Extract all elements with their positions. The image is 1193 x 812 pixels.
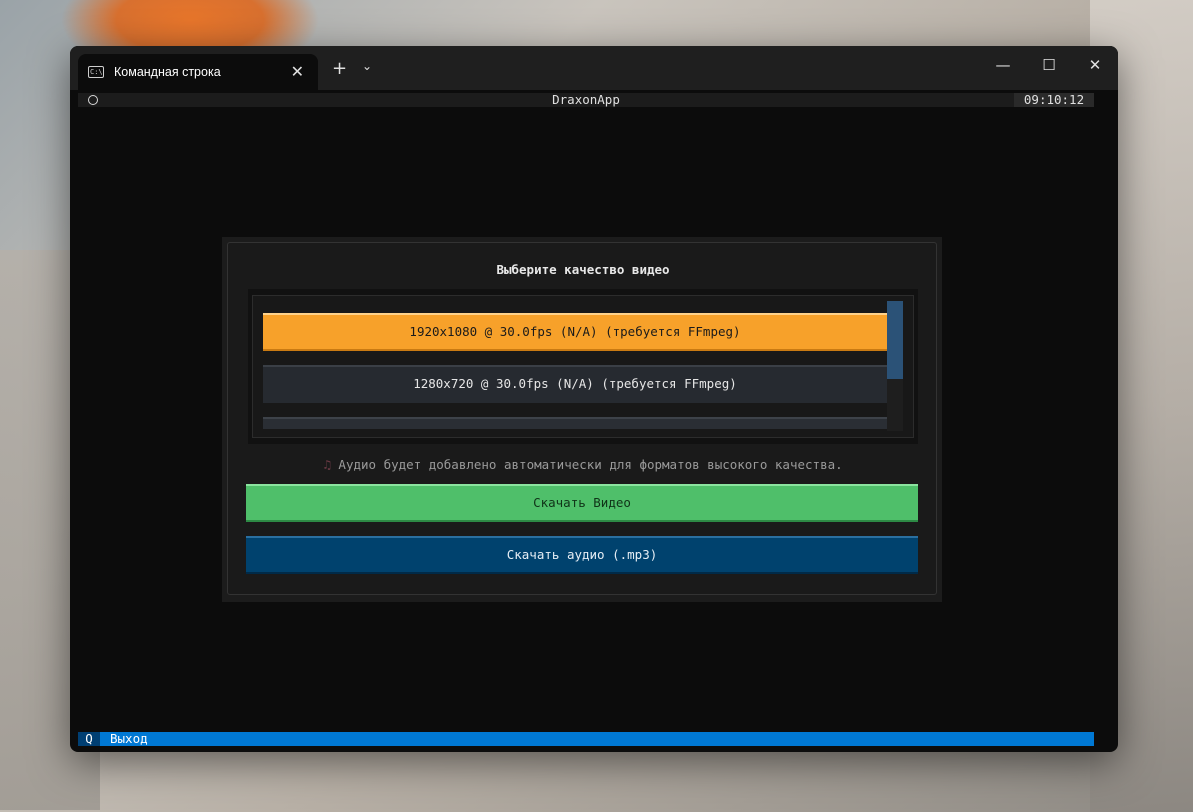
tab-command-prompt[interactable]: C:\ Командная строка ✕ <box>78 54 318 90</box>
footer-bar: Q Выход <box>78 732 1094 746</box>
music-note-icon: ♫ <box>323 457 331 472</box>
quality-option-720p[interactable]: 1280x720 @ 30.0fps (N/A) (требуется FFmp… <box>263 365 887 403</box>
maximize-button[interactable]: ☐ <box>1039 56 1059 74</box>
download-audio-button[interactable]: Скачать аудио (.mp3) <box>246 536 918 574</box>
new-tab-button[interactable]: + <box>332 58 347 79</box>
clock: 09:10:12 <box>1014 93 1094 107</box>
dialog-title: Выберите качество видео <box>496 262 670 277</box>
terminal-icon: C:\ <box>88 66 104 78</box>
quality-list[interactable]: 1920x1080 @ 30.0fps (N/A) (требуется FFm… <box>252 295 914 438</box>
minimize-button[interactable]: — <box>993 56 1013 74</box>
close-window-button[interactable]: ✕ <box>1085 56 1105 74</box>
quality-list-frame: 1920x1080 @ 30.0fps (N/A) (требуется FFm… <box>248 289 918 444</box>
scrollbar-thumb[interactable] <box>887 301 903 379</box>
terminal-window: C:\ Командная строка ✕ + ⌄ — ☐ ✕ DraxonA… <box>70 46 1118 752</box>
quality-dialog-frame: Выберите качество видео 1920x1080 @ 30.0… <box>222 237 942 602</box>
quality-option-partial[interactable] <box>263 417 887 429</box>
audio-info-text: ♫ Аудио будет добавлено автоматически дл… <box>228 457 938 472</box>
quit-key[interactable]: Q <box>78 732 100 746</box>
app-title: DraxonApp <box>552 92 620 107</box>
chevron-down-icon[interactable]: ⌄ <box>362 59 372 73</box>
download-video-button[interactable]: Скачать Видео <box>246 484 918 522</box>
quality-option-1080p[interactable]: 1920x1080 @ 30.0fps (N/A) (требуется FFm… <box>263 313 887 351</box>
close-tab-icon[interactable]: ✕ <box>291 62 304 81</box>
quit-label[interactable]: Выход <box>110 732 148 746</box>
app-header: DraxonApp 09:10:12 <box>78 93 1094 107</box>
info-label: Аудио будет добавлено автоматически для … <box>338 457 843 472</box>
terminal-content: DraxonApp 09:10:12 Выберите качество вид… <box>78 90 1094 752</box>
tab-title: Командная строка <box>114 65 221 79</box>
title-bar: C:\ Командная строка ✕ + ⌄ — ☐ ✕ <box>70 46 1118 90</box>
quality-dialog: Выберите качество видео 1920x1080 @ 30.0… <box>227 242 937 595</box>
